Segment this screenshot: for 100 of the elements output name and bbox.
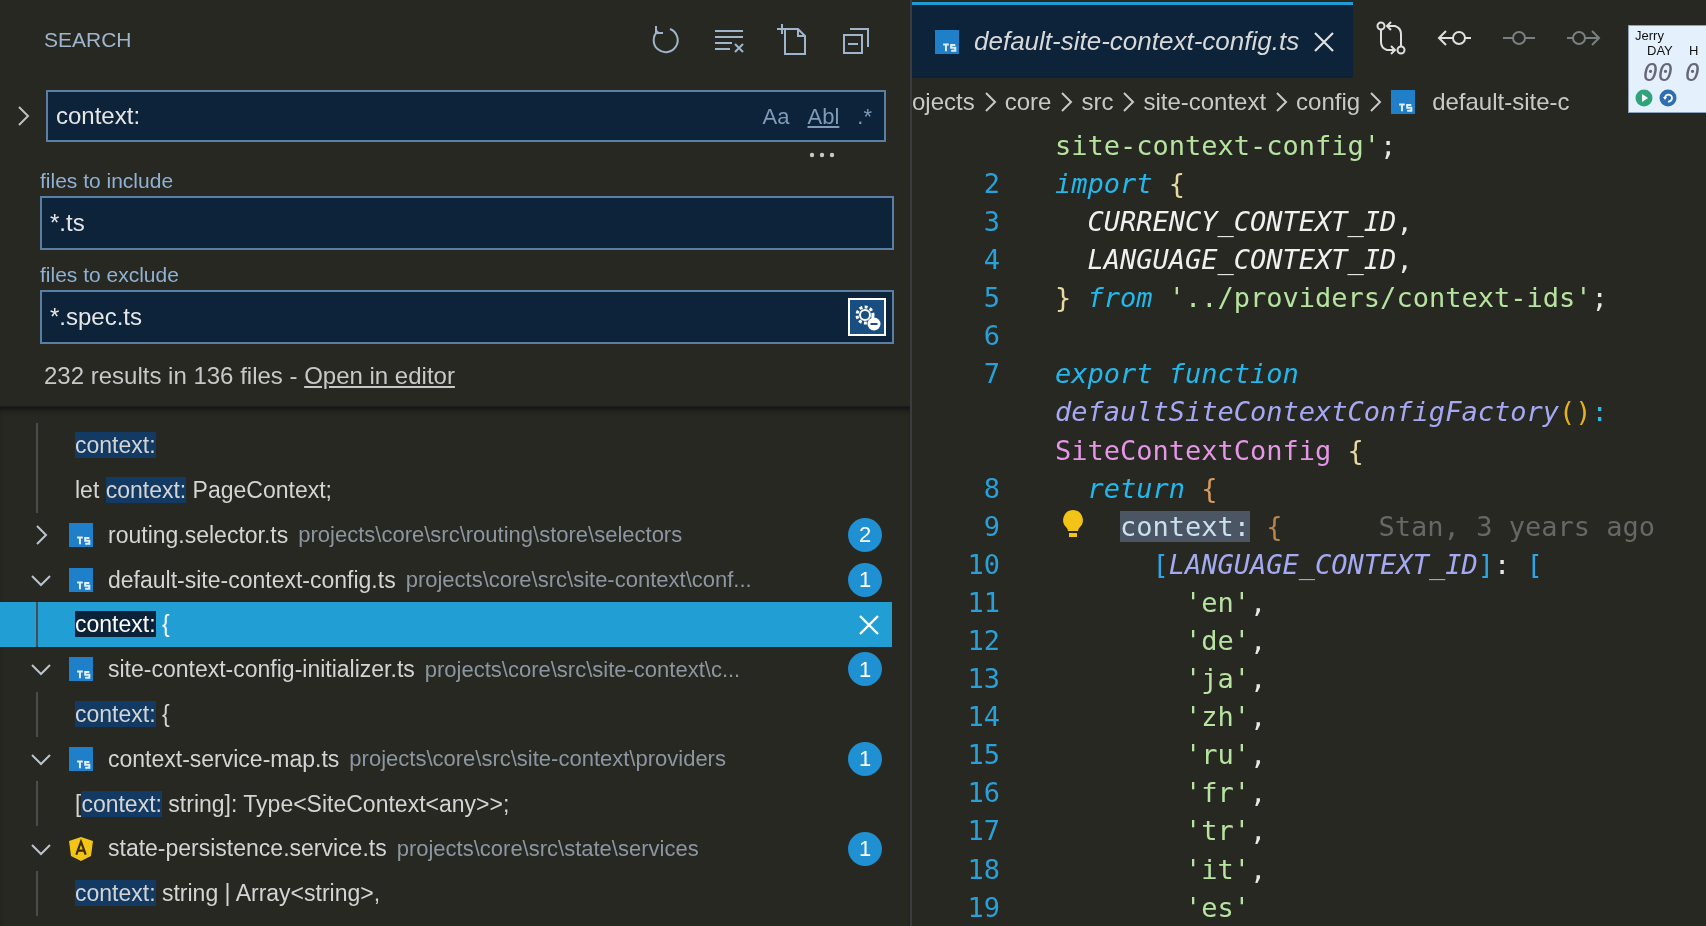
code-line: import {: [1055, 166, 1186, 201]
match-count-badge: 1: [848, 652, 882, 687]
line-number: 18: [966, 852, 1000, 887]
file-path: projects\core\src\state\services: [396, 835, 699, 864]
match-line: [context: string]: Type<SiteContext<any>>;: [75, 789, 510, 819]
timer-label: H: [1688, 43, 1699, 58]
match-line: context: string | Array<string>,: [75, 879, 381, 909]
timer-value: 00: [1643, 58, 1674, 88]
file-path: projects\core\src\site-context\c...: [424, 655, 741, 684]
more-icon[interactable]: [808, 151, 836, 159]
code-line: 'ru',: [1184, 738, 1267, 773]
line-number: 11: [966, 585, 1000, 620]
code-line: 'ja',: [1184, 662, 1267, 697]
file-name[interactable]: routing.selector.ts: [108, 517, 289, 553]
code-line: return {: [1086, 471, 1218, 506]
code-line: 'de',: [1184, 624, 1267, 658]
line-number: 19: [966, 890, 1000, 925]
typescript-file-icon: [1390, 89, 1417, 115]
file-name[interactable]: state-persistence.service.ts: [108, 831, 387, 866]
line-number: 13: [966, 662, 1000, 697]
breadcrumb-item[interactable]: default-site-c: [1432, 84, 1570, 120]
search-field[interactable]: context: Aa Abl .*: [46, 90, 886, 142]
match-case-toggle[interactable]: Aa: [758, 98, 794, 134]
line-number: 8: [982, 471, 1000, 506]
breadcrumb-chevron-icon: [1368, 91, 1383, 113]
match-line: let context: PageContext;: [75, 475, 332, 505]
breadcrumb-item[interactable]: site-context: [1143, 84, 1267, 120]
whole-word-toggle[interactable]: Abl: [803, 98, 844, 134]
code-line: 'zh',: [1184, 700, 1267, 735]
breadcrumb-chevron-icon: [1274, 91, 1289, 113]
include-field[interactable]: *.ts: [40, 196, 894, 250]
line-number: 16: [966, 776, 1000, 811]
line-number: 10: [966, 547, 1000, 582]
code-line: 'fr',: [1184, 776, 1267, 811]
breadcrumb-chevron-icon: [1121, 91, 1136, 113]
match-count-badge: 1: [848, 831, 882, 866]
breadcrumb-item[interactable]: core: [1004, 84, 1052, 120]
line-number: 12: [966, 624, 1000, 658]
breadcrumb-item[interactable]: src: [1081, 84, 1114, 120]
line-number: 17: [966, 814, 1000, 849]
code-line: 'es': [1184, 890, 1251, 925]
open-in-editor-link[interactable]: Open in editor: [304, 362, 455, 389]
breadcrumb-chevron-icon: [982, 91, 997, 113]
play-icon[interactable]: [1635, 89, 1653, 107]
timer-label: DAY: [1646, 43, 1673, 58]
match-count-badge: 1: [848, 562, 882, 597]
code-line: 'it',: [1184, 852, 1267, 887]
line-number: 6: [982, 319, 1000, 354]
angular-shield-icon: [68, 835, 94, 862]
typescript-file-icon: [68, 566, 94, 593]
breadcrumb-chevron-icon: [1059, 91, 1074, 113]
typescript-file-icon: [68, 522, 94, 548]
code-line: defaultSiteContextConfigFactory():: [1055, 395, 1608, 430]
code-line: CURRENCY_CONTEXT_ID,: [1086, 205, 1413, 239]
results-summary: 232 results in 136 files -: [44, 362, 299, 389]
breadcrumb-item[interactable]: ojects: [912, 84, 975, 120]
regex-toggle[interactable]: .*: [853, 98, 876, 134]
code-line: 'tr',: [1184, 814, 1267, 849]
file-path: projects\core\src\routing\store\selectors: [298, 521, 683, 550]
editor-tab[interactable]: default-site-context-config.ts: [912, 2, 1354, 78]
typescript-file-icon: [68, 656, 94, 683]
file-name[interactable]: default-site-context-config.ts: [108, 562, 396, 598]
typescript-file-icon: [934, 28, 960, 55]
match-line: context: {: [75, 610, 170, 640]
blame-annotation: Stan, 3 years ago: [1378, 509, 1655, 544]
file-path: projects\core\src\site-context\conf...: [405, 566, 752, 595]
code-line: [LANGUAGE_CONTEXT_ID]: [: [1151, 547, 1543, 582]
line-number: 2: [982, 166, 1000, 201]
line-number: 5: [982, 281, 1000, 316]
code-line: } from '../providers/context-ids';: [1055, 281, 1608, 316]
line-number: 14: [966, 700, 1000, 735]
line-number: 7: [982, 357, 1000, 392]
file-path: projects\core\src\site-context\providers: [349, 745, 726, 774]
code-line: site-context-config';: [1055, 128, 1397, 163]
line-number: 4: [982, 243, 1000, 278]
timer-value: 0: [1685, 58, 1701, 88]
code-line: LANGUAGE_CONTEXT_ID,: [1086, 243, 1413, 278]
panel-title: SEARCH: [44, 27, 132, 54]
code-line: export function: [1055, 357, 1299, 392]
exclude-field[interactable]: *.spec.ts: [40, 290, 894, 344]
match-count-badge: 1: [848, 741, 882, 776]
include-label: files to include: [39, 168, 175, 194]
code-line: SiteContextConfig {: [1055, 433, 1364, 468]
result-row[interactable]: context: {: [0, 602, 892, 647]
close-icon[interactable]: [1313, 30, 1336, 53]
line-number: 3: [982, 205, 1000, 239]
exclude-settings-button[interactable]: [848, 298, 886, 336]
match-count-badge: 2: [848, 518, 882, 552]
exclude-label: files to exclude: [39, 262, 180, 288]
typescript-file-icon: [68, 745, 94, 772]
line-number: 15: [966, 738, 1000, 773]
code-line: context: {: [1055, 506, 1283, 548]
file-name[interactable]: context-service-map.ts: [108, 741, 340, 777]
code-line: 'en',: [1184, 585, 1267, 620]
reset-icon[interactable]: [1659, 89, 1677, 107]
breadcrumb-item[interactable]: config: [1296, 84, 1361, 120]
file-name[interactable]: site-context-config-initializer.ts: [108, 652, 415, 687]
lightbulb-icon[interactable]: [1061, 508, 1085, 539]
match-line: context: {: [75, 699, 170, 729]
timer-user: Jerry: [1635, 28, 1665, 43]
